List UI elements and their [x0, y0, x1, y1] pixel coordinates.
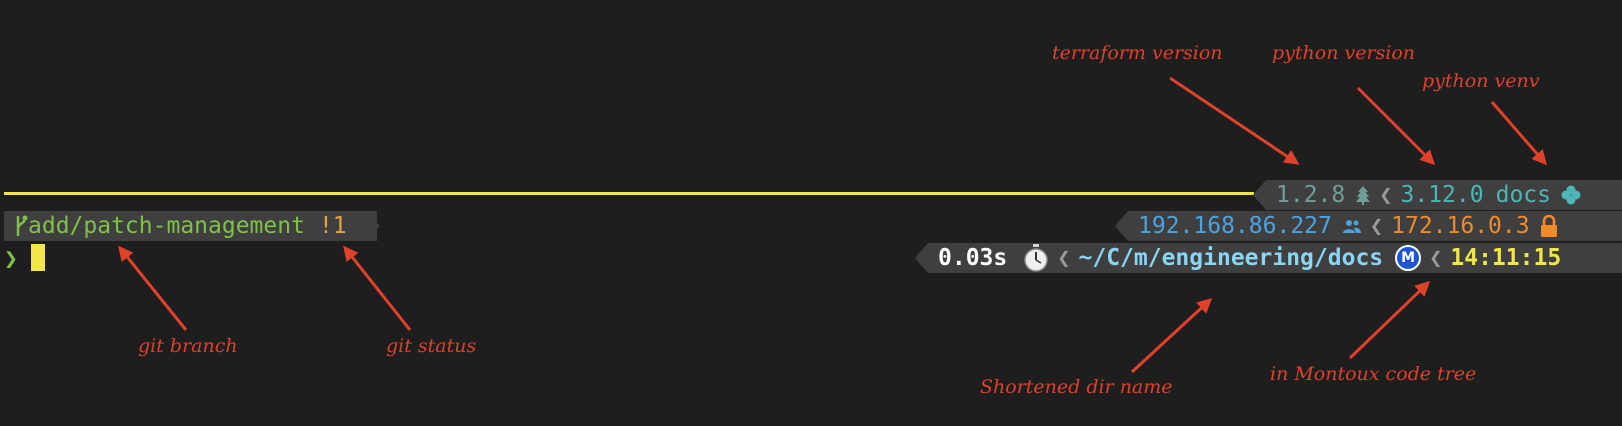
annotation-git-branch: git branch: [138, 335, 238, 357]
annotation-python-version: python version: [1272, 42, 1416, 64]
annotation-git-status: git status: [386, 335, 477, 357]
people-icon: [1342, 218, 1362, 234]
chevron-left-icon: ❮: [1379, 182, 1393, 208]
current-directory: ~/C/m/engineering/docs: [1078, 245, 1384, 271]
prompt-ruler: [4, 192, 1254, 195]
segment-cap-left: [915, 243, 928, 273]
segment-cap-right: [367, 211, 380, 241]
right-prompt-line1: 1.2.8 ❮ 3.12.0 docs: [1266, 180, 1622, 210]
vpn-ip: 172.16.0.3: [1391, 213, 1530, 239]
stopwatch-icon: [1023, 244, 1049, 272]
git-segment: add/patch-management !1: [4, 211, 377, 241]
m-badge-icon: M: [1395, 245, 1422, 271]
prompt-char: ❯: [4, 246, 18, 272]
terraform-version: 1.2.8: [1276, 182, 1346, 208]
m-badge-letter: M: [1401, 250, 1416, 266]
right-prompt-line3: 0.03s ❮ ~/C/m/engineering/docs M ❮ 14:11…: [928, 243, 1622, 273]
annotation-montoux: in Montoux code tree: [1270, 363, 1477, 385]
local-ip: 192.168.86.227: [1138, 213, 1332, 239]
git-branch: add/patch-management: [28, 213, 305, 239]
python-venv: docs: [1495, 182, 1551, 208]
arrow-python-version: [1356, 86, 1436, 166]
arrow-terraform: [1169, 76, 1300, 165]
arrow-git-status: [343, 245, 412, 331]
git-branch-icon: [14, 214, 28, 238]
annotation-terraform-version: terraform version: [1052, 42, 1223, 64]
chevron-left-icon: ❮: [1429, 245, 1443, 271]
command-duration: 0.03s: [938, 245, 1008, 271]
python-version: 3.12.0: [1400, 182, 1484, 208]
annotation-shortened-dir: Shortened dir name: [980, 376, 1173, 398]
text-cursor[interactable]: [31, 244, 45, 271]
annotation-python-venv: python venv: [1422, 70, 1540, 92]
arrow-python-venv: [1490, 101, 1547, 166]
arrow-shortened-dir: [1130, 297, 1213, 374]
chevron-left-icon: ❮: [1369, 213, 1384, 239]
git-status: !1: [318, 213, 347, 239]
arrow-montoux: [1348, 280, 1431, 360]
lock-icon: [1540, 215, 1558, 237]
python-icon: [1561, 185, 1581, 205]
chevron-left-icon: ❮: [1057, 245, 1071, 271]
clock-time: 14:11:15: [1450, 245, 1562, 271]
segment-cap-left: [1115, 211, 1128, 241]
segment-cap-left: [1253, 180, 1266, 210]
tree-icon: [1355, 185, 1371, 205]
arrow-git-branch: [118, 245, 188, 331]
right-prompt-line2: 192.168.86.227 ❮ 172.16.0.3: [1128, 211, 1622, 241]
